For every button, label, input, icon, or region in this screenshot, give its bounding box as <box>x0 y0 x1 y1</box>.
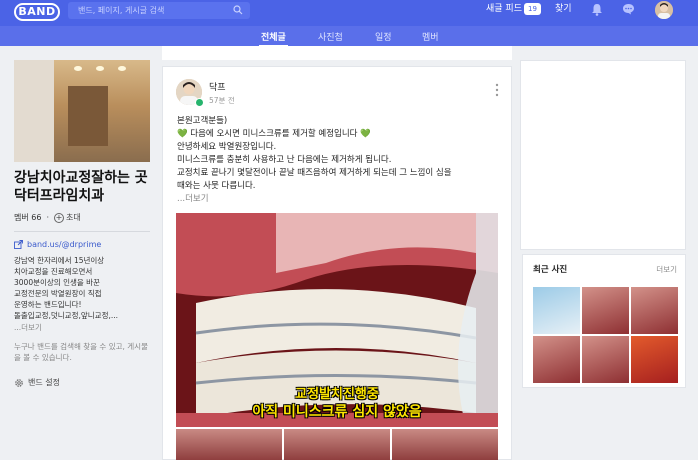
recent-photo[interactable] <box>631 336 678 383</box>
post-line: 본원고객분들) <box>177 116 228 126</box>
post-body: 본원고객분들) 💚 다음에 오시면 미니스크류를 제거할 예정입니다 💚 안녕하… <box>177 115 502 206</box>
top-bar: BAND 밴드, 페이지, 게시글 검색 새글 피드 19 찾기 <box>0 0 698 26</box>
post-photo-thumbnails <box>176 429 498 460</box>
post-line: 미니스크류를 충분히 사용하고 난 다음에는 제거하게 됩니다. <box>177 155 392 165</box>
cover-light <box>96 66 104 71</box>
tab-photos[interactable]: 사진첩 <box>318 30 343 43</box>
member-count[interactable]: 멤버 66 <box>14 212 41 223</box>
post-composer-strip <box>162 46 512 60</box>
recent-photo[interactable] <box>533 336 580 383</box>
cover-door <box>68 86 108 146</box>
post-time: 57분 전 <box>209 96 235 105</box>
external-link-icon <box>14 240 23 249</box>
photo-caption-2: 아직 미니스크류 심지 않았음 <box>252 404 422 420</box>
post-author[interactable]: 닥프 <box>209 80 226 93</box>
band-cover-image[interactable] <box>14 60 150 162</box>
more-options-icon[interactable] <box>495 83 499 97</box>
heart-icon: 💚 <box>177 129 188 139</box>
photo-thumbnail[interactable] <box>284 429 390 460</box>
recent-photos-more[interactable]: 더보기 <box>656 264 677 275</box>
member-row: 멤버 66 · + 초대 <box>14 212 150 223</box>
photo-thumbnail[interactable] <box>392 429 498 460</box>
tab-schedule[interactable]: 일정 <box>375 30 392 43</box>
recent-photos-panel: 최근 사진 더보기 <box>522 254 686 388</box>
post-line-text: 다음에 오시면 미니스크류를 제거할 예정입니다 <box>190 129 358 139</box>
heart-icon: 💚 <box>360 129 371 139</box>
post-card: 닥프 57분 전 본원고객분들) 💚 다음에 오시면 미니스크류를 제거할 예정… <box>162 66 512 460</box>
recent-photo[interactable] <box>631 287 678 334</box>
cover-light <box>74 66 82 71</box>
post-photo[interactable]: 교정발치진행중 아직 미니스크류 심지 않았음 <box>176 213 498 427</box>
cover-wall <box>14 60 54 162</box>
band-link-text: band.us/@drprime <box>27 240 102 249</box>
post-line: 안녕하세요 박열원장입니다. <box>177 142 277 152</box>
post-line: 교정치료 끝나기 몇달전이나 끝날 때즈음하여 제거하게 되는데 그 느낌이 심… <box>177 168 452 178</box>
recent-photo[interactable] <box>533 287 580 334</box>
visibility-note: 누구나 밴드를 검색해 찾을 수 있고, 게시물을 볼 수 있습니다. <box>14 342 148 362</box>
photo-caption-1: 교정발치진행중 <box>295 387 379 402</box>
right-panel-blank <box>520 60 686 250</box>
invite-button[interactable]: + 초대 <box>54 212 81 223</box>
new-feed-label: 새글 피드 <box>486 4 522 14</box>
plus-icon: + <box>54 212 64 223</box>
band-logo[interactable]: BAND <box>14 3 60 21</box>
leader-badge <box>195 98 204 107</box>
description-more-link[interactable]: ...더보기 <box>14 322 150 333</box>
tab-bar: 전체글 사진첩 일정 멤버 <box>0 26 698 47</box>
user-avatar[interactable] <box>655 1 673 19</box>
search-placeholder: 밴드, 페이지, 게시글 검색 <box>78 6 165 15</box>
gear-icon <box>15 378 23 387</box>
avatar-image <box>655 1 673 19</box>
post-line: 때와는 사뭇 다릅니다. <box>177 181 256 191</box>
photo-thumbnail[interactable] <box>176 429 282 460</box>
cover-light <box>118 66 126 71</box>
search-input[interactable]: 밴드, 페이지, 게시글 검색 <box>68 2 250 19</box>
band-settings-label: 밴드 설정 <box>28 378 60 387</box>
recent-photos-title: 최근 사진 <box>533 265 568 275</box>
recent-photo[interactable] <box>582 287 629 334</box>
chat-icon[interactable] <box>622 3 635 15</box>
new-feed-count-badge: 19 <box>524 3 541 15</box>
bell-icon[interactable] <box>591 3 603 16</box>
tab-members[interactable]: 멤버 <box>422 30 439 43</box>
divider <box>14 231 150 232</box>
band-description: 강남역 한자리에서 15년이상 치아교정을 진료해오면서 3000분이상의 인생… <box>14 256 119 320</box>
recent-photos-grid <box>533 287 678 383</box>
find-button[interactable]: 찾기 <box>555 0 572 26</box>
recent-photo[interactable] <box>582 336 629 383</box>
new-feed-button[interactable]: 새글 피드 <box>486 0 522 26</box>
band-link[interactable]: band.us/@drprime <box>14 240 150 249</box>
bullet: · <box>46 213 49 222</box>
search-icon[interactable] <box>233 5 243 15</box>
tab-all-posts[interactable]: 전체글 <box>259 30 288 47</box>
post-line: 💚 다음에 오시면 미니스크류를 제거할 예정입니다 💚 <box>177 128 502 141</box>
band-name: 강남치아교정잘하는 곳 닥터프라임치과 <box>14 170 148 204</box>
invite-label: 초대 <box>66 213 81 222</box>
post-read-more[interactable]: ...더보기 <box>177 193 502 206</box>
band-settings-button[interactable]: 밴드 설정 <box>14 377 150 388</box>
band-sidebar: 강남치아교정잘하는 곳 닥터프라임치과 멤버 66 · + 초대 band.us… <box>14 60 150 388</box>
